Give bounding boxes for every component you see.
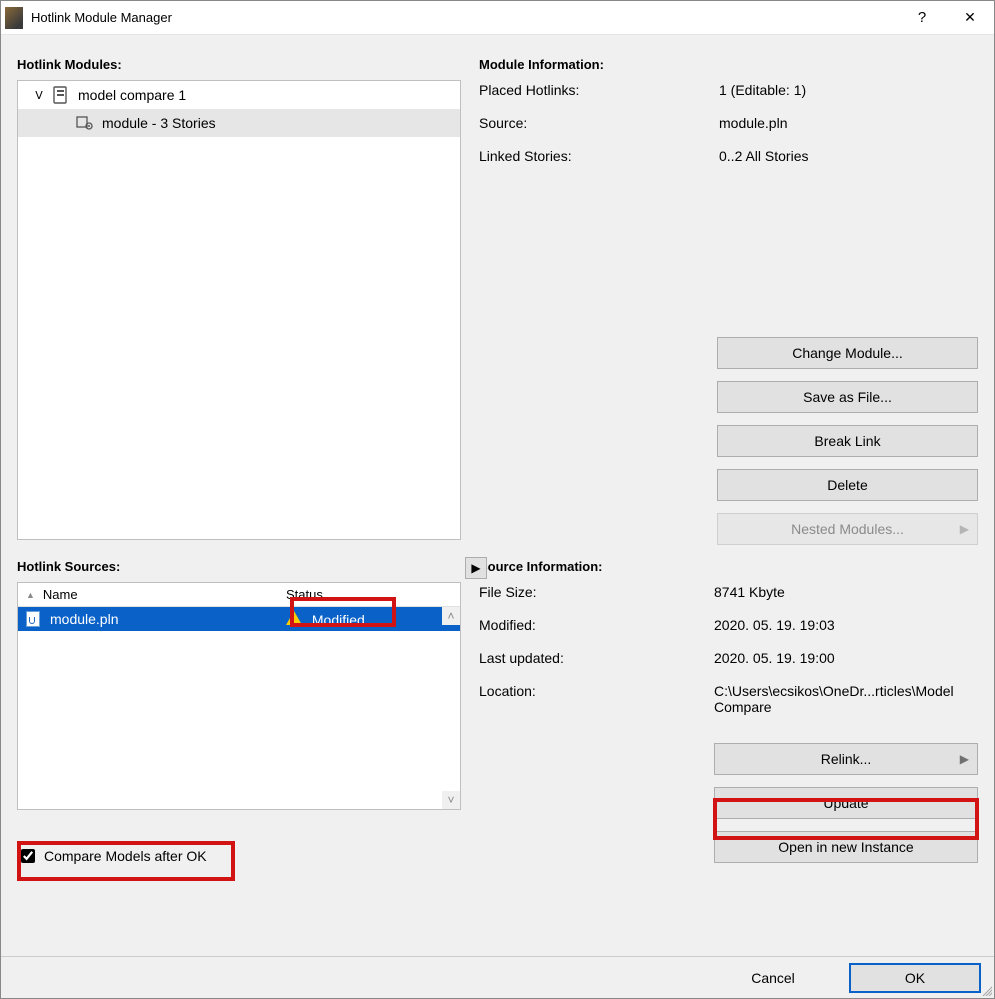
close-icon: ✕ <box>964 9 976 26</box>
module-information-heading: Module Information: <box>479 57 978 72</box>
module-link-icon <box>76 114 94 132</box>
change-module-label: Change Module... <box>792 345 903 361</box>
linked-stories-label: Linked Stories: <box>479 148 719 164</box>
submenu-arrow-icon: ▶ <box>960 752 969 766</box>
sources-header-row: ▲ Name Status <box>18 583 460 607</box>
module-info-grid: Placed Hotlinks: 1 (Editable: 1) Source:… <box>479 80 978 164</box>
app-icon <box>5 7 23 29</box>
source-name-text: module.pln <box>50 611 119 627</box>
relink-button[interactable]: Relink... ▶ <box>714 743 978 775</box>
ok-button[interactable]: OK <box>850 964 980 992</box>
hotlink-modules-section: Hotlink Modules: ᐯ model compare 1 modul… <box>17 51 461 545</box>
file-size-value: 8741 Kbyte <box>714 584 978 600</box>
cancel-label: Cancel <box>751 970 795 986</box>
cancel-button[interactable]: Cancel <box>708 964 838 992</box>
nested-modules-label: Nested Modules... <box>791 521 904 537</box>
warning-icon <box>286 611 302 625</box>
lower-pane: Hotlink Sources: ▶ ▲ Name Status <box>17 553 978 921</box>
column-name-label: Name <box>43 587 78 602</box>
sources-expand-button[interactable]: ▶ <box>465 557 487 579</box>
open-in-new-instance-button[interactable]: Open in new Instance <box>714 831 978 863</box>
source-value: module.pln <box>719 115 978 131</box>
source-info-grid: File Size: 8741 Kbyte Modified: 2020. 05… <box>479 582 978 715</box>
delete-label: Delete <box>827 477 867 493</box>
compare-models-checkbox-row[interactable]: Compare Models after OK <box>17 842 461 870</box>
sources-row[interactable]: module.pln Modified <box>18 607 460 631</box>
linked-stories-value: 0..2 All Stories <box>719 148 978 164</box>
last-updated-label: Last updated: <box>479 650 714 666</box>
expand-toggle-icon[interactable]: ᐯ <box>32 89 46 102</box>
save-as-file-label: Save as File... <box>803 389 892 405</box>
submenu-arrow-icon: ▶ <box>960 522 969 536</box>
modules-tree[interactable]: ᐯ model compare 1 module - 3 Stories <box>17 80 461 540</box>
tree-child-row[interactable]: module - 3 Stories <box>18 109 460 137</box>
sources-table[interactable]: ▲ Name Status module.pln Modified <box>17 582 461 810</box>
modified-label: Modified: <box>479 617 714 633</box>
break-link-label: Break Link <box>814 433 880 449</box>
source-label: Source: <box>479 115 719 131</box>
source-status-text: Modified <box>312 612 365 628</box>
window-title: Hotlink Module Manager <box>31 10 898 25</box>
column-header-status[interactable]: Status <box>286 587 452 602</box>
column-status-label: Status <box>286 587 323 602</box>
compare-models-label: Compare Models after OK <box>44 848 207 864</box>
chevron-right-icon: ▶ <box>471 561 480 575</box>
break-link-button[interactable]: Break Link <box>717 425 978 457</box>
location-label: Location: <box>479 683 714 715</box>
module-buttons: Change Module... Save as File... Break L… <box>479 337 978 545</box>
tree-root-label: model compare 1 <box>78 87 186 103</box>
open-in-new-instance-label: Open in new Instance <box>778 839 913 855</box>
tree-child-label: module - 3 Stories <box>102 115 216 131</box>
hotlink-modules-heading: Hotlink Modules: <box>17 57 461 72</box>
tree-root-row[interactable]: ᐯ model compare 1 <box>18 81 460 109</box>
dialog-content: Hotlink Modules: ᐯ model compare 1 modul… <box>1 35 994 961</box>
close-button[interactable]: ✕ <box>946 1 994 35</box>
placed-hotlinks-label: Placed Hotlinks: <box>479 82 719 98</box>
location-value: C:\Users\ecsikos\OneDr...rticles\Model C… <box>714 683 978 715</box>
nested-modules-button: Nested Modules... ▶ <box>717 513 978 545</box>
ok-label: OK <box>905 970 925 986</box>
resize-grip-icon[interactable] <box>980 984 992 996</box>
file-size-label: File Size: <box>479 584 714 600</box>
hotlink-sources-heading: Hotlink Sources: <box>17 559 461 574</box>
source-information-heading: Source Information: <box>479 559 978 574</box>
source-information-section: Source Information: File Size: 8741 Kbyt… <box>479 553 978 921</box>
relink-label: Relink... <box>821 751 872 767</box>
source-status-cell: Modified <box>286 611 452 628</box>
compare-models-checkbox[interactable] <box>21 849 35 863</box>
save-as-file-button[interactable]: Save as File... <box>717 381 978 413</box>
help-button[interactable]: ? <box>898 1 946 35</box>
delete-button[interactable]: Delete <box>717 469 978 501</box>
column-header-name[interactable]: ▲ Name <box>26 587 286 602</box>
modified-value: 2020. 05. 19. 19:03 <box>714 617 978 633</box>
module-information-section: Module Information: Placed Hotlinks: 1 (… <box>479 51 978 545</box>
source-buttons: Relink... ▶ Update Open in new Instance <box>479 743 978 863</box>
source-name-cell: module.pln <box>26 611 286 627</box>
dialog-footer: Cancel OK <box>1 956 994 998</box>
update-button[interactable]: Update <box>714 787 978 819</box>
help-icon: ? <box>918 9 926 26</box>
pln-file-icon <box>26 611 40 627</box>
project-file-icon <box>52 86 70 104</box>
hotlink-sources-section: Hotlink Sources: ▶ ▲ Name Status <box>17 553 461 921</box>
sort-ascending-icon: ▲ <box>26 590 35 600</box>
last-updated-value: 2020. 05. 19. 19:00 <box>714 650 978 666</box>
placed-hotlinks-value: 1 (Editable: 1) <box>719 82 978 98</box>
change-module-button[interactable]: Change Module... <box>717 337 978 369</box>
scroll-down-button[interactable]: ˅ <box>442 791 460 809</box>
title-bar: Hotlink Module Manager ? ✕ <box>1 1 994 35</box>
scroll-up-button[interactable]: ˄ <box>442 607 460 625</box>
update-label: Update <box>823 795 868 811</box>
upper-pane: Hotlink Modules: ᐯ model compare 1 modul… <box>17 51 978 545</box>
